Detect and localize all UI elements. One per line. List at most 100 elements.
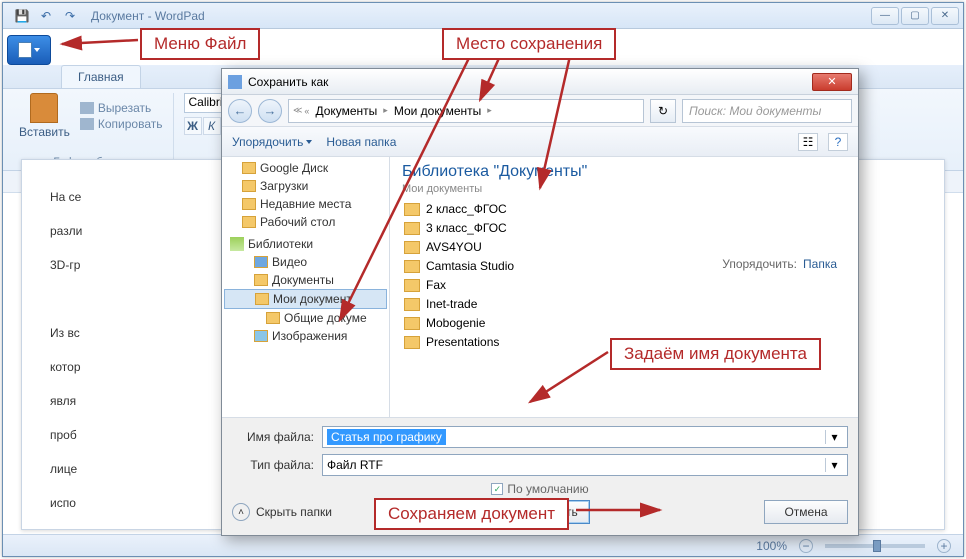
tree-item: Документы: [222, 271, 389, 289]
video-icon: [254, 256, 268, 268]
annotation-save-location: Место сохранения: [442, 28, 616, 60]
chevron-right-icon: ▸: [487, 105, 492, 116]
filename-label: Имя файла:: [232, 430, 322, 444]
scissors-icon: [80, 102, 94, 114]
maximize-button[interactable]: ▢: [901, 7, 929, 25]
chevron-down-icon[interactable]: ▾: [825, 458, 843, 472]
location-title: Библиотека "Документы": [402, 163, 846, 181]
chevron-up-icon: ˄: [232, 503, 250, 521]
folder-icon: [242, 216, 256, 228]
annotation-menu-file: Меню Файл: [140, 28, 260, 60]
quick-access-toolbar: 💾 ↶ ↷: [13, 7, 79, 25]
filename-input[interactable]: Статья про графику ▾: [322, 426, 848, 448]
dialog-nav-bar: ← → ≪ « Документы ▸ Мои документы ▸ ↻ По…: [222, 95, 858, 127]
window-title: Документ - WordPad: [91, 9, 205, 23]
tree-libraries-header[interactable]: Библиотеки: [222, 231, 389, 253]
tree-item: Рабочий стол: [222, 213, 389, 231]
wordpad-titlebar: 💾 ↶ ↷ Документ - WordPad — ▢ ✕: [3, 3, 963, 29]
annotation-save-doc: Сохраняем документ: [374, 498, 569, 530]
tree-item: Загрузки: [222, 177, 389, 195]
breadcrumb-item[interactable]: Документы: [311, 104, 381, 118]
file-menu-button[interactable]: [7, 35, 51, 65]
checkbox-icon: ✓: [491, 483, 503, 495]
tree-item: Общие докуме: [222, 309, 389, 327]
list-item[interactable]: 2 класс_ФГОС: [402, 201, 846, 217]
refresh-button[interactable]: ↻: [650, 99, 676, 123]
filetype-label: Тип файла:: [232, 458, 322, 472]
new-folder-button[interactable]: Новая папка: [326, 135, 396, 149]
filetype-select[interactable]: Файл RTF ▾: [322, 454, 848, 476]
library-icon: [230, 237, 244, 251]
chevron-right-icon: ▸: [383, 105, 388, 116]
zoom-label: 100%: [756, 539, 787, 553]
zoom-in-button[interactable]: +: [937, 539, 951, 553]
italic-button[interactable]: К: [203, 117, 221, 135]
minimize-button[interactable]: —: [871, 7, 899, 25]
copy-button[interactable]: Копировать: [80, 117, 163, 131]
folder-icon: [404, 203, 420, 216]
folder-icon: [404, 336, 420, 349]
folder-icon: [254, 274, 268, 286]
save-as-dialog: Сохранить как ✕ ← → ≪ « Документы ▸ Мои …: [221, 68, 859, 536]
list-item[interactable]: Inet-trade: [402, 296, 846, 312]
tree-item: Видео: [222, 253, 389, 271]
folder-icon: [242, 198, 256, 210]
folder-icon: [404, 298, 420, 311]
filename-value: Статья про графику: [327, 429, 446, 445]
organize-menu[interactable]: Упорядочить: [232, 135, 312, 149]
dialog-toolbar: Упорядочить Новая папка ☷ ?: [222, 127, 858, 157]
dialog-title: Сохранить как: [248, 75, 328, 89]
folder-icon: [255, 293, 269, 305]
folder-content[interactable]: Библиотека "Документы" Мои документы Упо…: [390, 157, 858, 417]
search-input[interactable]: Поиск: Мои документы: [682, 99, 852, 123]
folder-icon: [242, 180, 256, 192]
folder-icon: [404, 260, 420, 273]
tab-home[interactable]: Главная: [61, 65, 141, 88]
tree-item: Google Диск: [222, 159, 389, 177]
save-icon[interactable]: 💾: [13, 7, 31, 25]
dialog-close-button[interactable]: ✕: [812, 73, 852, 91]
status-bar: 100% − +: [3, 534, 963, 556]
folder-icon: [266, 312, 280, 324]
breadcrumb-item[interactable]: Мои документы: [390, 104, 485, 118]
hide-folders-button[interactable]: ˄ Скрыть папки: [232, 503, 332, 521]
zoom-out-button[interactable]: −: [799, 539, 813, 553]
folder-icon: [242, 162, 256, 174]
nav-back-button[interactable]: ←: [228, 99, 252, 123]
nav-forward-button[interactable]: →: [258, 99, 282, 123]
tree-item-selected[interactable]: Мои документ: [224, 289, 387, 309]
sort-control: Упорядочить: Папка: [722, 257, 840, 271]
clipboard-icon: [30, 93, 58, 123]
chevron-left-icon: ≪: [293, 105, 302, 116]
folder-icon: [404, 222, 420, 235]
undo-icon[interactable]: ↶: [37, 7, 55, 25]
folder-icon: [404, 279, 420, 292]
filetype-value: Файл RTF: [327, 458, 383, 472]
folder-tree[interactable]: Google Диск Загрузки Недавние места Рабо…: [222, 157, 390, 417]
cut-button[interactable]: Вырезать: [80, 101, 163, 115]
close-button[interactable]: ✕: [931, 7, 959, 25]
list-item[interactable]: AVS4YOU: [402, 239, 846, 255]
chevron-down-icon: [306, 140, 312, 144]
tree-item: Изображения: [222, 327, 389, 345]
tree-item: Недавние места: [222, 195, 389, 213]
paste-button[interactable]: Вставить: [19, 93, 70, 139]
folder-icon: [404, 241, 420, 254]
cancel-button[interactable]: Отмена: [764, 500, 848, 524]
annotation-set-filename: Задаём имя документа: [610, 338, 821, 370]
sort-link[interactable]: Папка: [803, 257, 840, 271]
redo-icon[interactable]: ↷: [61, 7, 79, 25]
location-subtitle: Мои документы: [402, 183, 846, 195]
list-item[interactable]: Mobogenie: [402, 315, 846, 331]
chevron-down-icon[interactable]: ▾: [825, 430, 843, 444]
list-item[interactable]: Fax: [402, 277, 846, 293]
help-button[interactable]: ?: [828, 133, 848, 151]
list-item[interactable]: 3 класс_ФГОС: [402, 220, 846, 236]
default-format-checkbox[interactable]: ✓ По умолчанию: [232, 482, 848, 496]
zoom-slider[interactable]: [825, 544, 925, 548]
folder-icon: [404, 317, 420, 330]
view-mode-button[interactable]: ☷: [798, 133, 818, 151]
folder-list: 2 класс_ФГОС 3 класс_ФГОС AVS4YOU Camtas…: [402, 201, 846, 350]
bold-button[interactable]: Ж: [184, 117, 202, 135]
breadcrumb[interactable]: ≪ « Документы ▸ Мои документы ▸: [288, 99, 644, 123]
